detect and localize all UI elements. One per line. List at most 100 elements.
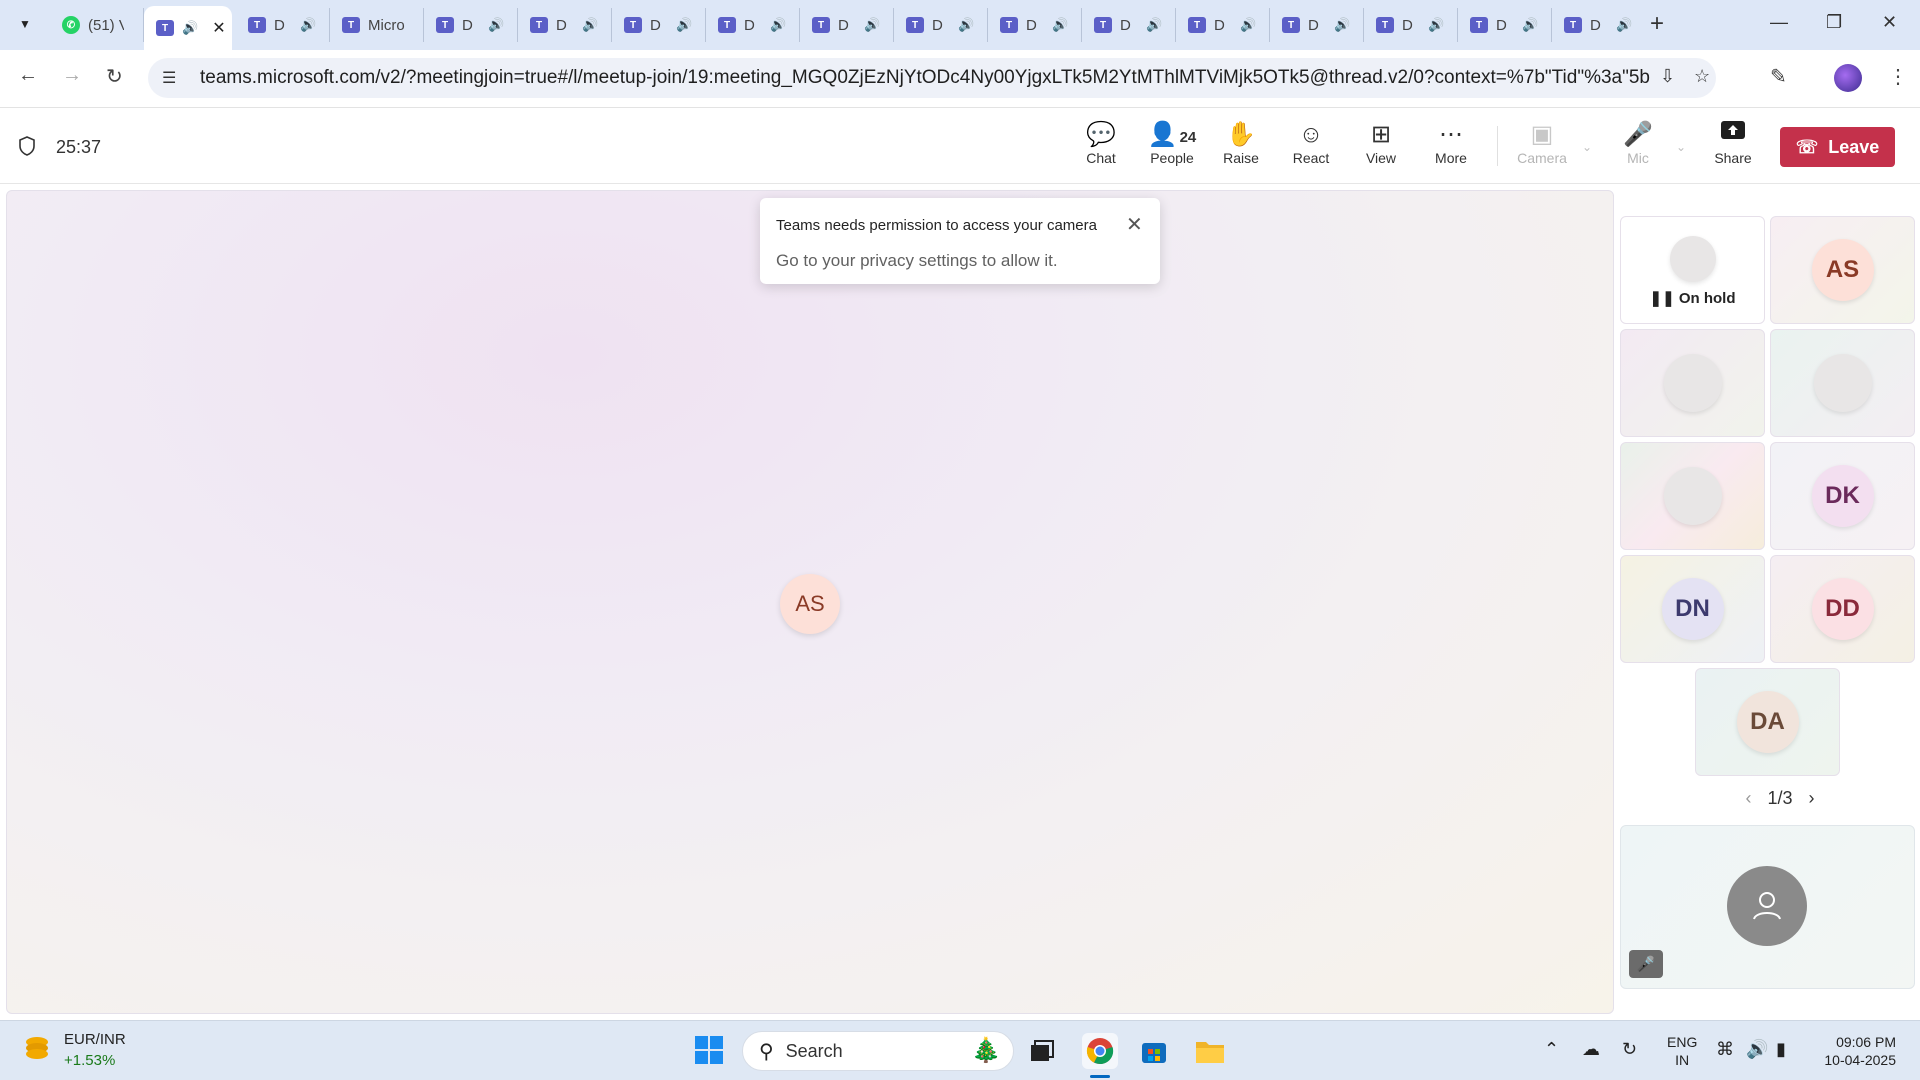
taskbar-search[interactable]: ⚲ Search 🎄	[742, 1031, 1014, 1071]
close-icon[interactable]: ✕	[1126, 212, 1143, 237]
speaker-icon: 🔊	[488, 17, 505, 32]
participant-photo	[1663, 354, 1722, 412]
browser-tab[interactable]: T D 🔊	[1082, 8, 1176, 42]
system-clock[interactable]: 09:06 PM 10-04-2025	[1816, 1033, 1896, 1069]
stage-avatar[interactable]: AS	[780, 574, 840, 634]
next-page-icon[interactable]: ›	[1809, 788, 1815, 809]
people-button[interactable]: 👤 24 People	[1140, 120, 1204, 176]
browser-tab[interactable]: T D 🔊	[424, 8, 518, 42]
restore-icon[interactable]: ❐	[1826, 12, 1842, 33]
teams-icon: T	[1564, 17, 1582, 33]
profile-avatar[interactable]	[1834, 64, 1862, 92]
camera-options-chevron-icon[interactable]: ⌄	[1582, 140, 1592, 154]
browser-tab[interactable]: T D 🔊	[1176, 8, 1270, 42]
browser-menu-icon[interactable]: ⋮	[1888, 64, 1908, 89]
tab-title: D	[1214, 16, 1225, 34]
microsoft-store-icon[interactable]	[1136, 1033, 1172, 1069]
participant-photo	[1813, 354, 1872, 412]
onedrive-icon[interactable]: ☁	[1582, 1039, 1600, 1060]
share-screen-icon	[1720, 120, 1746, 150]
teams-icon: T	[1000, 17, 1018, 33]
grid-view-icon: ⊞	[1370, 121, 1392, 148]
browser-tab[interactable]: T D 🔊	[894, 8, 988, 42]
browser-tab[interactable]: T D 🔊	[1364, 8, 1458, 42]
participant-tile[interactable]	[1620, 329, 1765, 437]
browser-tab[interactable]: T D 🔊	[1458, 8, 1552, 42]
browser-tab-active[interactable]: T 🔊 ✕	[144, 6, 232, 50]
participant-tile[interactable]: DK	[1770, 442, 1915, 550]
sync-icon[interactable]: ↻	[1622, 1039, 1637, 1060]
participant-tile[interactable]	[1620, 442, 1765, 550]
chat-button[interactable]: 💬 Chat	[1071, 120, 1131, 176]
forward-icon[interactable]: →	[62, 64, 82, 87]
widget-currency-pair[interactable]: EUR/INR	[64, 1031, 126, 1048]
file-explorer-icon[interactable]	[1192, 1033, 1228, 1069]
task-view-icon[interactable]	[1024, 1033, 1060, 1069]
url-text[interactable]: teams.microsoft.com/v2/?meetingjoin=true…	[200, 67, 1650, 89]
mic-button[interactable]: 🎤 Mic	[1608, 120, 1668, 176]
browser-tab[interactable]: T D 🔊	[988, 8, 1082, 42]
battery-icon[interactable]: ▮	[1776, 1039, 1786, 1060]
react-button[interactable]: ☺ React	[1281, 120, 1341, 176]
mic-label: Mic	[1627, 150, 1649, 166]
region-code: IN	[1675, 1052, 1690, 1068]
teams-icon: T	[1376, 17, 1394, 33]
close-tab-icon[interactable]: ✕	[212, 18, 225, 38]
input-language[interactable]: ENG IN	[1667, 1033, 1697, 1069]
tab-title: D	[838, 16, 849, 34]
view-label: View	[1365, 150, 1397, 166]
tab-title: (51) V	[88, 16, 124, 34]
browser-tab[interactable]: T D 🔊	[1270, 8, 1364, 42]
browser-tab[interactable]: T Micro	[330, 8, 424, 42]
teams-icon: T	[624, 17, 642, 33]
bookmark-star-icon[interactable]: ☆	[1694, 66, 1710, 87]
participant-tile[interactable]: ❚❚ On hold	[1620, 216, 1765, 324]
leave-button[interactable]: ☏ Leave	[1780, 127, 1895, 167]
chrome-icon[interactable]	[1082, 1033, 1118, 1069]
address-bar[interactable]: ☰ teams.microsoft.com/v2/?meetingjoin=tr…	[148, 58, 1716, 98]
wifi-icon[interactable]: ⌘	[1716, 1039, 1734, 1060]
new-tab-icon[interactable]: +	[1650, 10, 1664, 38]
install-app-icon[interactable]: ⇩	[1660, 66, 1675, 87]
more-button[interactable]: ⋯ More	[1421, 120, 1481, 176]
camera-label: Camera	[1517, 150, 1567, 166]
tab-title: D	[1120, 16, 1131, 34]
participant-photo	[1669, 236, 1716, 282]
teams-icon: T	[530, 17, 548, 33]
status-text: On hold	[1678, 290, 1736, 307]
participant-tile[interactable]: DN	[1620, 555, 1765, 663]
browser-tab[interactable]: T D 🔊	[800, 8, 894, 42]
close-window-icon[interactable]: ✕	[1882, 12, 1897, 33]
windows-start-icon[interactable]	[694, 1035, 724, 1065]
participant-tile[interactable]: AS	[1770, 216, 1915, 324]
back-icon[interactable]: ←	[18, 64, 38, 87]
browser-tab[interactable]: T D 🔊	[518, 8, 612, 42]
browser-tab[interactable]: T D 🔊	[1552, 8, 1646, 42]
teams-icon: T	[248, 17, 266, 33]
site-settings-icon[interactable]: ☰	[162, 68, 182, 88]
participant-tile[interactable]: DD	[1770, 555, 1915, 663]
volume-icon[interactable]: 🔊	[1746, 1039, 1768, 1060]
reload-icon[interactable]: ↻	[106, 64, 123, 89]
participant-tile[interactable]	[1770, 329, 1915, 437]
hang-up-icon: ☏	[1795, 136, 1819, 157]
speaker-icon: 🔊	[1616, 17, 1633, 32]
show-hidden-icons-chevron[interactable]: ⌃	[1544, 1039, 1559, 1060]
minimize-icon[interactable]: —	[1770, 12, 1788, 33]
browser-tab[interactable]: ✆ (51) V	[50, 8, 144, 42]
previous-page-icon[interactable]: ‹	[1745, 788, 1751, 809]
camera-button[interactable]: ▣ Camera	[1512, 120, 1572, 176]
raise-hand-button[interactable]: ✋ Raise	[1211, 120, 1271, 176]
tab-search-chevron-icon[interactable]: ▼	[12, 10, 38, 38]
view-button[interactable]: ⊞ View	[1351, 120, 1411, 176]
tab-title: D	[1496, 16, 1507, 34]
browser-tab[interactable]: T D 🔊	[236, 8, 330, 42]
smiley-icon: ☺	[1298, 121, 1324, 148]
share-button[interactable]: Share	[1703, 120, 1763, 176]
extensions-icon[interactable]: ✎	[1770, 64, 1787, 89]
self-preview-tile[interactable]: 🎤	[1620, 825, 1915, 989]
browser-tab[interactable]: T D 🔊	[706, 8, 800, 42]
mic-options-chevron-icon[interactable]: ⌄	[1676, 140, 1686, 154]
participant-tile[interactable]: DA	[1695, 668, 1840, 776]
browser-tab[interactable]: T D 🔊	[612, 8, 706, 42]
